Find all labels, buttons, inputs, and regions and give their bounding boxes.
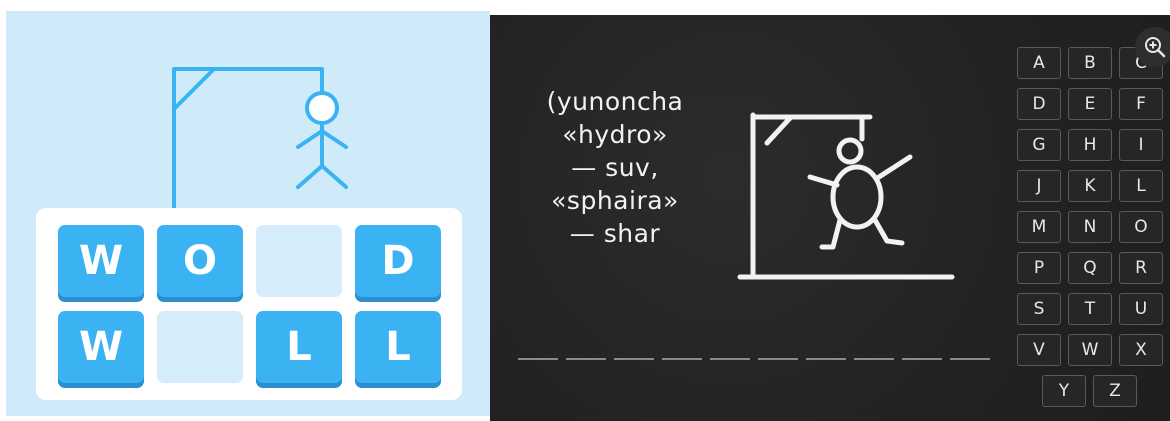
letter-key-p[interactable]: P bbox=[1017, 252, 1061, 284]
letter-key-j[interactable]: J bbox=[1017, 170, 1061, 202]
letter-key-z[interactable]: Z bbox=[1093, 375, 1137, 407]
letter-key-n[interactable]: N bbox=[1068, 211, 1112, 243]
letter-key-v[interactable]: V bbox=[1017, 334, 1061, 366]
letter-tile[interactable]: L bbox=[256, 311, 342, 383]
letter-key-b[interactable]: B bbox=[1068, 47, 1112, 79]
chalk-figure-left-arm bbox=[807, 174, 840, 188]
letter-key-k[interactable]: K bbox=[1068, 170, 1112, 202]
answer-blank bbox=[662, 358, 702, 360]
answer-blank bbox=[854, 358, 894, 360]
empty-letter-tile[interactable] bbox=[256, 225, 342, 297]
letter-key-h[interactable]: H bbox=[1068, 129, 1112, 161]
letter-key-r[interactable]: R bbox=[1119, 252, 1163, 284]
letter-key-q[interactable]: Q bbox=[1068, 252, 1112, 284]
letter-key-u[interactable]: U bbox=[1119, 293, 1163, 325]
letter-tile-board: W O D W L L bbox=[36, 208, 462, 400]
stickman-head bbox=[305, 91, 339, 125]
letter-key-d[interactable]: D bbox=[1017, 88, 1061, 120]
answer-blanks bbox=[518, 358, 990, 360]
zoom-in-icon bbox=[1145, 37, 1166, 58]
letter-key-y[interactable]: Y bbox=[1042, 375, 1086, 407]
answer-blank bbox=[758, 358, 798, 360]
chalk-figure-head bbox=[836, 137, 864, 165]
letter-key-f[interactable]: F bbox=[1119, 88, 1163, 120]
answer-blank bbox=[614, 358, 654, 360]
letter-key-e[interactable]: E bbox=[1068, 88, 1112, 120]
letter-key-t[interactable]: T bbox=[1068, 293, 1112, 325]
word-game-panel: W O D W L L bbox=[6, 11, 490, 416]
hangman-illustration bbox=[172, 67, 348, 210]
answer-blank bbox=[806, 358, 846, 360]
letter-key-w[interactable]: W bbox=[1068, 334, 1112, 366]
letter-tile[interactable]: D bbox=[355, 225, 441, 297]
chalk-figure-left-leg bbox=[819, 217, 843, 250]
chalk-figure-right-leg bbox=[872, 217, 905, 246]
answer-blank bbox=[710, 358, 750, 360]
letter-key-g[interactable]: G bbox=[1017, 129, 1061, 161]
letter-key-s[interactable]: S bbox=[1017, 293, 1061, 325]
letter-tile[interactable]: O bbox=[157, 225, 243, 297]
answer-blank bbox=[566, 358, 606, 360]
stickman-legs bbox=[296, 164, 348, 189]
letter-tile[interactable]: W bbox=[58, 311, 144, 383]
chalkboard-hangman-panel: (yunoncha «hydro» — suv, «sphaira» — sha… bbox=[490, 15, 1170, 421]
zoom-in-button[interactable] bbox=[1135, 27, 1170, 67]
answer-blank bbox=[518, 358, 558, 360]
letter-tile[interactable]: W bbox=[58, 225, 144, 297]
letter-tile[interactable]: L bbox=[355, 311, 441, 383]
letter-key-o[interactable]: O bbox=[1119, 211, 1163, 243]
letter-key-x[interactable]: X bbox=[1119, 334, 1163, 366]
letter-key-a[interactable]: A bbox=[1017, 47, 1061, 79]
letter-key-m[interactable]: M bbox=[1017, 211, 1061, 243]
chalk-figure-right-arm bbox=[876, 154, 913, 180]
letter-key-l[interactable]: L bbox=[1119, 170, 1163, 202]
gallows-brace bbox=[764, 114, 794, 146]
answer-blank bbox=[902, 358, 942, 360]
empty-letter-tile[interactable] bbox=[157, 311, 243, 383]
answer-blank bbox=[950, 358, 990, 360]
letter-key-i[interactable]: I bbox=[1119, 129, 1163, 161]
gallows-brace bbox=[172, 67, 216, 111]
